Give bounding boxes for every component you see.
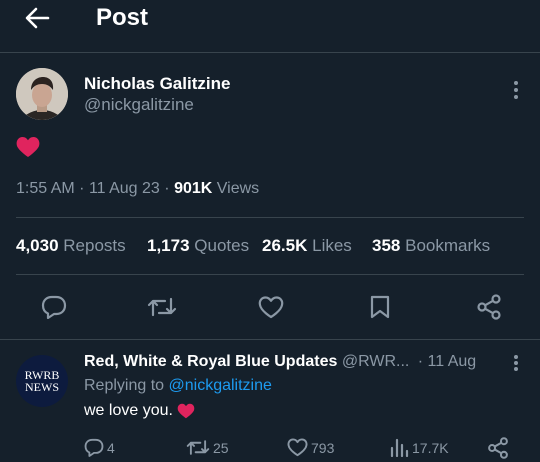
bookmark-icon[interactable] xyxy=(366,292,394,322)
reply-icon xyxy=(84,438,104,457)
divider xyxy=(16,217,524,218)
reply-reposts-count: 25 xyxy=(213,439,229,456)
more-options-icon[interactable] xyxy=(506,78,526,102)
reply-text: we love you. xyxy=(84,402,173,419)
repost-icon[interactable] xyxy=(145,292,179,322)
reply-views-button[interactable]: 17.7K xyxy=(389,438,449,457)
quotes-stat[interactable]: 1,173 Quotes xyxy=(147,236,249,256)
replying-to-label: Replying to xyxy=(84,377,165,394)
likes-stat[interactable]: 26.5K Likes xyxy=(262,236,352,256)
like-icon[interactable] xyxy=(255,292,287,322)
share-icon[interactable] xyxy=(474,292,504,322)
reply-icon[interactable] xyxy=(38,292,70,322)
divider xyxy=(0,339,540,340)
post-date: 11 Aug 23 xyxy=(88,180,160,197)
author-name[interactable]: Nicholas Galitzine xyxy=(84,74,230,94)
heart-emoji xyxy=(16,136,40,158)
reply-text-row: we love you. xyxy=(84,402,195,420)
views-count: 901K xyxy=(174,180,213,197)
page-title: Post xyxy=(96,4,149,31)
reply-replies-count: 4 xyxy=(107,439,115,456)
reply-avatar[interactable]: RWRB NEWS xyxy=(16,355,68,407)
reply-header: Red, White & Royal Blue Updates @RWR... … xyxy=(84,353,476,371)
reply-more-options-icon[interactable] xyxy=(506,352,526,374)
post-time: 1:55 AM xyxy=(16,180,75,197)
reply-date[interactable]: · 11 Aug xyxy=(418,353,476,370)
reply-views-count: 17.7K xyxy=(412,439,449,456)
post-timestamp: 1:55 AM · 11 Aug 23 · 901K Views xyxy=(16,180,259,198)
header-divider xyxy=(0,52,540,53)
separator: · xyxy=(79,180,85,197)
author-handle[interactable]: @nickgalitzine xyxy=(84,95,194,115)
repost-icon xyxy=(186,440,210,455)
back-arrow-icon[interactable] xyxy=(22,4,52,32)
views-label: Views xyxy=(216,180,260,197)
bookmarks-stat[interactable]: 358 Bookmarks xyxy=(372,236,490,256)
separator: · xyxy=(164,180,170,197)
avatar[interactable] xyxy=(16,68,68,120)
reposts-stat[interactable]: 4,030 Reposts xyxy=(16,236,126,256)
divider xyxy=(16,274,524,275)
replying-to-handle[interactable]: @nickgalitzine xyxy=(169,377,272,394)
like-icon xyxy=(287,438,308,457)
heart-emoji xyxy=(177,403,195,419)
reply-author-name[interactable]: Red, White & Royal Blue Updates xyxy=(84,353,337,370)
reply-reposts-button[interactable]: 25 xyxy=(186,438,229,457)
reply-replies-button[interactable]: 4 xyxy=(84,438,115,457)
views-icon xyxy=(390,438,409,457)
reply-likes-count: 793 xyxy=(311,439,335,456)
reply-likes-button[interactable]: 793 xyxy=(287,438,334,457)
replying-to: Replying to @nickgalitzine xyxy=(84,377,272,395)
reply-share-icon[interactable] xyxy=(487,437,509,459)
reply-avatar-line2: NEWS xyxy=(25,380,59,394)
reply-author-handle[interactable]: @RWR... xyxy=(342,353,410,370)
